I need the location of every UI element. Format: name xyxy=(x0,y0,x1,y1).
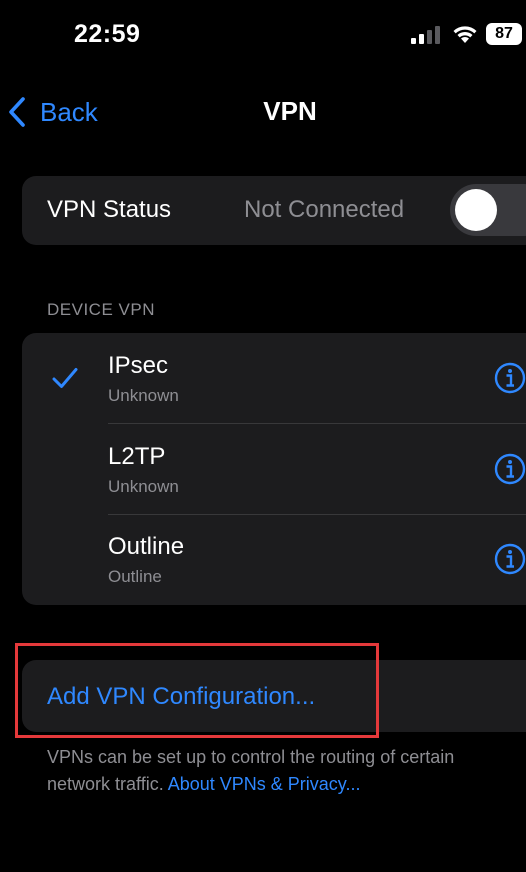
checkmark-icon xyxy=(52,368,78,388)
highlight-annotation-box xyxy=(15,643,379,738)
info-circle-icon[interactable] xyxy=(494,453,526,485)
vpn-item-subtitle: Unknown xyxy=(108,386,179,405)
vpn-item-ipsec[interactable]: IPsec Unknown xyxy=(22,333,526,423)
cellular-signal-icon xyxy=(411,26,440,44)
device-vpn-header: DEVICE VPN xyxy=(47,300,155,319)
vpn-item-name: Outline xyxy=(108,533,185,560)
status-bar: 22:59 87 xyxy=(0,0,526,70)
vpn-item-name: L2TP xyxy=(108,443,166,470)
vpn-item-outline[interactable]: Outline Outline xyxy=(22,514,526,604)
vpn-status-toggle[interactable] xyxy=(450,184,526,236)
vpn-item-subtitle: Unknown xyxy=(108,477,179,496)
vpn-item-subtitle: Outline xyxy=(108,567,162,586)
vpn-footer-note: VPNs can be set up to control the routin… xyxy=(47,744,507,798)
info-circle-icon[interactable] xyxy=(494,543,526,575)
vpn-item-l2tp[interactable]: L2TP Unknown xyxy=(22,424,526,514)
vpn-list: IPsec Unknown L2TP Unknown Outline Outli… xyxy=(22,333,526,605)
battery-icon: 87 xyxy=(486,23,522,45)
wifi-icon xyxy=(453,26,477,43)
page-title: VPN xyxy=(263,96,317,126)
vpn-status-label: VPN Status xyxy=(47,196,172,223)
vpn-item-name: IPsec xyxy=(108,352,169,379)
vpn-status-row: VPN Status Not Connected xyxy=(22,176,526,245)
about-vpns-privacy-link[interactable]: About VPNs & Privacy... xyxy=(168,774,361,794)
info-circle-icon[interactable] xyxy=(494,362,526,394)
status-time: 22:59 xyxy=(74,20,141,48)
toggle-knob xyxy=(455,189,497,231)
vpn-status-value: Not Connected xyxy=(244,196,405,223)
